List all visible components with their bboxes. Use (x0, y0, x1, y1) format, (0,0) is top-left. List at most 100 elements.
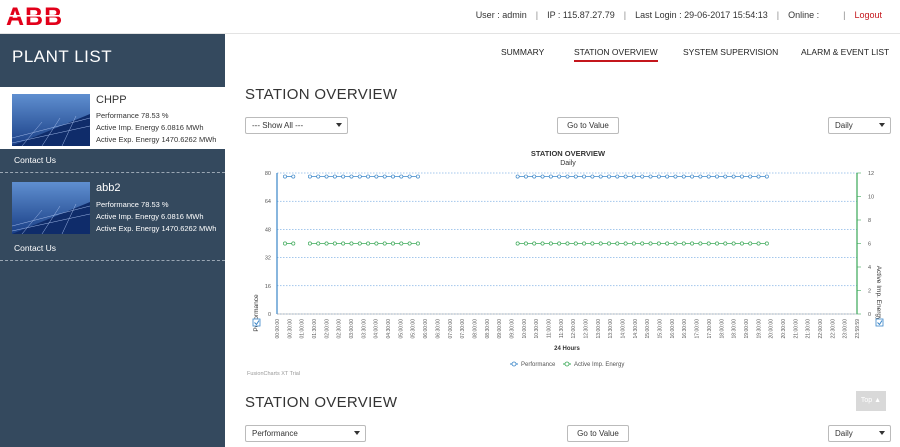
series-filter-select[interactable]: --- Show All --- (245, 117, 348, 134)
solar-panel-thumbnail (12, 94, 90, 146)
separator: | (843, 10, 846, 20)
data-point (756, 174, 761, 179)
go-to-value-button[interactable]: Go to Value (567, 425, 629, 442)
data-point (739, 241, 744, 246)
x-tick-label: 00:00:00 (275, 319, 281, 339)
y-tick-left: 32 (265, 256, 271, 262)
data-point (548, 174, 553, 179)
x-tick-label: 18:30:00 (732, 319, 738, 339)
data-point (324, 241, 329, 246)
data-point (382, 174, 387, 179)
period-select[interactable]: Daily (828, 117, 891, 134)
plant-item-abb2[interactable]: abb2 Performance 78.53 % Active Imp. Ene… (0, 176, 225, 260)
scroll-top-button[interactable]: Top ▲ (856, 391, 886, 411)
x-tick-label: 04:00:00 (374, 319, 380, 339)
data-point (607, 174, 611, 179)
data-point (723, 241, 728, 246)
x-tick-label: 01:30:00 (312, 319, 318, 339)
tab-summary[interactable]: SUMMARY (501, 47, 544, 57)
tab-station-overview[interactable]: STATION OVERVIEW (574, 47, 658, 62)
x-tick-label: 13:00:00 (596, 319, 602, 339)
x-tick-label: 07:00:00 (448, 319, 454, 339)
tab-system-supervision[interactable]: SYSTEM SUPERVISION (683, 47, 778, 57)
contact-us-link[interactable]: Contact Us (14, 243, 56, 253)
data-point (523, 241, 528, 246)
data-point (540, 241, 545, 246)
station-overview-chart: STATION OVERVIEW Daily 0 16 32 48 64 80 0 2 4 6 8 1… (247, 149, 884, 377)
x-tick-label: 15:30:00 (658, 319, 664, 339)
y-tick-right: 2 (868, 289, 871, 295)
x-tick-label: 17:30:00 (707, 319, 713, 339)
data-point (731, 174, 736, 179)
x-tick-label: 11:00:00 (546, 319, 552, 338)
data-point (374, 241, 379, 246)
sidebar-title: PLANT LIST (12, 47, 113, 66)
data-point (715, 241, 719, 246)
data-point (532, 174, 537, 179)
legend-label: Active Imp. Energy (574, 362, 624, 368)
last-login-label: Last Login : 29-06-2017 15:54:13 (635, 10, 768, 20)
plant-divider (0, 260, 225, 261)
data-point (681, 241, 686, 246)
checkbox-left[interactable] (252, 318, 261, 327)
chart-watermark: FusionCharts XT Trial (247, 371, 300, 377)
series-filter-select[interactable]: Performance (245, 425, 366, 442)
data-point (690, 174, 695, 179)
y-tick-right: 6 (868, 242, 871, 248)
x-tick-label: 23:00:00 (843, 319, 849, 339)
x-tick-label: 09:30:00 (509, 319, 515, 339)
checkbox-right[interactable] (875, 318, 884, 327)
x-tick-label: 09:00:00 (497, 319, 503, 339)
data-point (415, 174, 420, 179)
contact-us-link[interactable]: Contact Us (14, 155, 56, 165)
data-point (307, 174, 312, 179)
data-point (515, 174, 520, 179)
go-to-value-button[interactable]: Go to Value (557, 117, 619, 134)
data-point (316, 174, 321, 179)
data-point (631, 174, 636, 179)
period-select[interactable]: Daily (828, 425, 891, 442)
data-point (656, 174, 661, 179)
data-point (332, 174, 337, 179)
y-tick-right: 10 (868, 195, 874, 201)
data-point (748, 241, 753, 246)
data-point (598, 174, 603, 179)
legend-item-active-imp-energy[interactable]: Active Imp. Energy (563, 361, 624, 368)
plant-name: CHPP (96, 94, 127, 106)
data-point (540, 174, 545, 179)
legend-item-performance[interactable]: Performance (510, 361, 556, 368)
plant-divider (0, 172, 225, 173)
y-tick-right: 4 (868, 265, 871, 271)
data-point (382, 241, 387, 246)
data-point (341, 241, 346, 246)
data-point (590, 174, 595, 179)
data-point (573, 241, 578, 246)
section-title: STATION OVERVIEW (245, 394, 398, 411)
series-0 (283, 174, 769, 179)
data-point (291, 174, 296, 179)
tab-alarm-event-list[interactable]: ALARM & EVENT LIST (801, 47, 889, 57)
x-tick-label: 06:30:00 (435, 319, 441, 339)
chevron-down-icon (336, 123, 342, 127)
section-title: STATION OVERVIEW (245, 86, 398, 103)
data-point (565, 174, 570, 179)
x-tick-label: 18:00:00 (719, 319, 725, 339)
x-tick-label: 21:30:00 (806, 319, 812, 339)
plant-item-chpp[interactable]: CHPP Performance 78.53 % Active Imp. Ene… (0, 87, 225, 171)
logout-link[interactable]: Logout (854, 10, 882, 20)
chart-series (283, 174, 769, 246)
session-info: User : admin | IP : 115.87.27.79 | Last … (476, 10, 882, 20)
data-point (756, 241, 761, 246)
data-point (615, 174, 620, 179)
x-tick-label: 02:00:00 (324, 319, 330, 339)
data-point (316, 241, 321, 246)
select-value: Performance (252, 429, 298, 438)
x-tick-label: 03:00:00 (349, 319, 355, 339)
data-point (623, 174, 628, 179)
abb-logo: ABB (4, 3, 74, 29)
series-1 (283, 241, 769, 246)
data-point (283, 241, 287, 246)
y-tick-left: 48 (265, 227, 271, 233)
select-value: Daily (835, 121, 853, 130)
x-tick-label: 15:00:00 (645, 319, 651, 339)
